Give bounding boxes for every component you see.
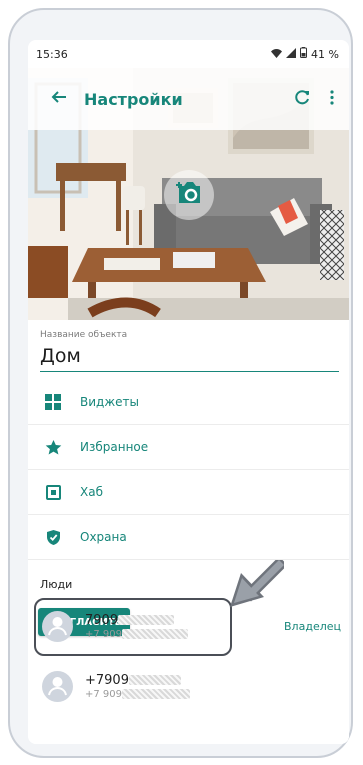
person-phone: +7 909 <box>85 688 191 700</box>
object-name-field[interactable]: Название объекта Дом <box>28 320 349 372</box>
battery-percent: 41 % <box>311 47 339 61</box>
people-section-title: Люди <box>40 578 73 591</box>
appbar-actions <box>294 89 335 110</box>
object-name-input[interactable]: Дом <box>40 345 339 372</box>
menu-item-favorites[interactable]: Избранное <box>28 425 349 470</box>
menu-label: Виджеты <box>80 395 139 409</box>
change-photo-button[interactable] <box>164 170 214 220</box>
person-phone-text: +7 909 <box>85 688 123 700</box>
person-row[interactable]: +7909 +7 909 <box>28 655 349 717</box>
arrow-left-icon <box>50 88 68 110</box>
menu-item-widgets[interactable]: Виджеты <box>28 380 349 425</box>
person-details: +7909 +7 909 <box>85 673 191 700</box>
avatar <box>42 670 73 702</box>
camera-icon <box>174 180 204 210</box>
object-name-label: Название объекта <box>40 330 128 340</box>
person-role: Владелец <box>284 619 341 633</box>
person-icon <box>48 676 67 695</box>
person-name-text: +7909 <box>85 672 129 688</box>
status-time: 15:36 <box>36 47 68 61</box>
menu-label: Охрана <box>80 530 127 544</box>
top-app-bar: Настройки <box>28 68 349 130</box>
more-vertical-icon[interactable] <box>329 89 335 110</box>
owner-highlight-box <box>34 598 232 656</box>
annotation-arrow-icon <box>230 556 288 614</box>
menu-label: Хаб <box>80 485 103 499</box>
battery-icon <box>300 47 308 61</box>
status-bar: 15:36 41 % <box>28 40 349 68</box>
menu-label: Избранное <box>80 440 149 454</box>
back-button[interactable] <box>38 78 80 120</box>
menu-item-security[interactable]: Охрана <box>28 515 349 560</box>
widgets-icon <box>28 394 80 410</box>
wifi-icon <box>271 48 283 61</box>
star-icon <box>28 439 80 456</box>
page-title: Настройки <box>84 89 183 109</box>
hub-icon <box>28 484 80 500</box>
menu-item-hub[interactable]: Хаб <box>28 470 349 515</box>
status-right: 41 % <box>271 47 339 61</box>
person-name: +7909 <box>85 673 190 688</box>
signal-icon <box>286 47 297 61</box>
settings-menu: Виджеты Избранное Хаб Охрана <box>28 380 349 560</box>
shield-check-icon <box>28 529 80 546</box>
refresh-icon[interactable] <box>294 89 311 110</box>
